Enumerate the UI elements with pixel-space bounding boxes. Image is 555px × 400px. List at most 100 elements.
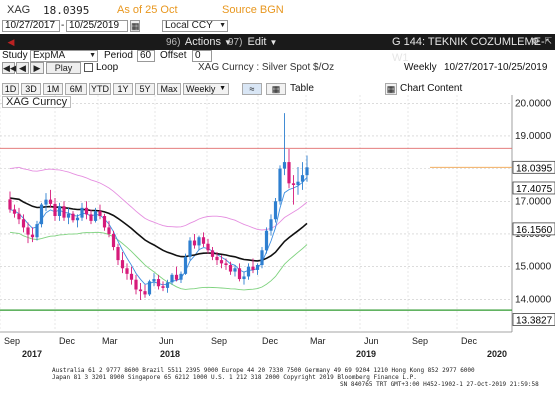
candle-body [183, 256, 188, 274]
table-button[interactable]: Table [290, 83, 314, 95]
candle-body [80, 207, 84, 218]
study-select[interactable]: ExpMA ▼ [30, 50, 98, 62]
actions-menu-button[interactable]: 96) Actions ▼ [162, 34, 236, 50]
security-description: XAG Curncy : Silver Spot $/Oz [198, 62, 335, 73]
edit-number: 97) [228, 37, 243, 48]
candle-body [197, 237, 201, 246]
candle-body [138, 289, 143, 292]
candle-body [116, 247, 120, 261]
frequency-select[interactable]: Weekly ▼ [183, 83, 229, 95]
legend-label: XAG Curncy [6, 96, 68, 108]
play-button[interactable]: Play [46, 62, 81, 74]
candle-body [75, 217, 80, 221]
candle-body [287, 162, 291, 184]
tab-1y[interactable]: 1Y [113, 83, 133, 95]
candle-body [120, 260, 125, 269]
candle-body [215, 256, 219, 261]
tab-1m[interactable]: 1M [43, 83, 63, 95]
tab-ytd[interactable]: YTD [89, 83, 111, 95]
play-label: Play [54, 63, 73, 73]
candle-body [26, 227, 30, 235]
x-month-label: Dec [461, 336, 478, 346]
candle-body [233, 268, 237, 272]
chart-content-button[interactable]: Chart Content [400, 83, 462, 95]
price-tag-label: 18.0395 [516, 163, 553, 174]
candle-body [57, 206, 62, 216]
period-label: Period [104, 50, 133, 61]
x-month-label: Sep [4, 336, 20, 346]
candle-body [93, 211, 98, 221]
y-tick-label: 17.0000 [515, 196, 552, 207]
title-bar: XAG 18.0395 As of 25 Oct Source BGN [0, 0, 555, 20]
date-to-field[interactable]: 10/25/2019 [66, 20, 128, 32]
candle-body [174, 274, 179, 280]
candle-body [273, 201, 278, 220]
y-tick-label: 14.0000 [515, 294, 552, 305]
rewind-icon[interactable]: ◀◀ [2, 62, 17, 74]
candle-body [21, 219, 26, 228]
date-separator: - [61, 20, 65, 31]
x-month-label: Sep [211, 336, 227, 346]
edit-label: Edit [247, 36, 267, 48]
tab-6m[interactable]: 6M [65, 83, 87, 95]
period-field[interactable]: 60 [137, 50, 155, 62]
tab-max[interactable]: Max [157, 83, 181, 95]
edit-menu-button[interactable]: 97) Edit ▼ [228, 34, 277, 50]
candle-body [111, 233, 116, 248]
tab-3d[interactable]: 3D [21, 83, 41, 95]
candle-body [53, 203, 57, 216]
candle-body [179, 273, 183, 280]
candle-body [129, 273, 134, 280]
chart-content-icon[interactable]: ▦ [385, 83, 397, 95]
security-row: 10/27/2017 - 10/25/2019 ▦ Local CCY ▼ [0, 20, 555, 32]
frequency-label: Weekly [404, 62, 437, 73]
date-from-field[interactable]: 10/27/2017 [2, 20, 60, 32]
candle-body [291, 183, 296, 185]
loop-label: Loop [96, 62, 119, 73]
ticker-label: XAG [7, 4, 31, 16]
chart-legend: XAG Curncy [2, 96, 72, 108]
tab-5y[interactable]: 5Y [135, 83, 155, 95]
actions-label: Actions [184, 36, 221, 48]
candle-body [255, 265, 260, 270]
offset-label: Offset [160, 50, 187, 61]
price-chart[interactable]: 14.000015.000016.000017.000018.000019.00… [0, 95, 555, 365]
loop-checkbox[interactable] [84, 63, 93, 72]
step-back-icon[interactable]: ◀ [16, 62, 29, 74]
footer: Australia 61 2 9777 8600 Brazil 5511 239… [0, 367, 555, 400]
candle-body [156, 279, 161, 287]
candle-body [62, 206, 66, 218]
candle-body [107, 227, 111, 234]
candle-body [125, 268, 129, 274]
price-tag-label: 13.3827 [516, 315, 553, 326]
candle-body [48, 199, 53, 204]
candle-body [210, 250, 215, 257]
expand-icon[interactable]: ⇱ [544, 36, 552, 47]
x-year-label: 2017 [22, 349, 42, 359]
table-icon[interactable]: ▦ [266, 83, 286, 95]
candle-body [260, 250, 264, 266]
gear-icon[interactable]: ⚙ [531, 36, 539, 47]
price-source: Source BGN [222, 4, 284, 16]
currency-select[interactable]: Local CCY ▼ [162, 20, 228, 32]
line-chart-icon[interactable]: ≈ [242, 83, 262, 95]
chevron-down-icon: ▼ [219, 22, 226, 29]
tab-1d[interactable]: 1D [2, 83, 19, 95]
candle-body [237, 268, 242, 280]
calendar-icon[interactable]: ▦ [130, 20, 140, 32]
candle-body [84, 207, 89, 215]
back-arrow-icon[interactable]: ◀ [4, 36, 18, 48]
offset-field[interactable]: 0 [192, 50, 212, 62]
candle-body [242, 276, 246, 280]
step-forward-icon[interactable]: ▶ [30, 62, 44, 74]
chart-background [0, 95, 555, 365]
y-tick-label: 15.0000 [515, 262, 552, 273]
footer-contacts-2: Japan 81 3 3201 8900 Singapore 65 6212 1… [52, 374, 417, 381]
candle-body [282, 162, 287, 169]
candle-body [152, 279, 156, 282]
x-month-label: Dec [262, 336, 279, 346]
x-month-label: Mar [102, 336, 118, 346]
candle-body [246, 266, 251, 277]
date-range-label: 10/27/2017-10/25/2019 [444, 62, 548, 73]
candle-body [35, 224, 39, 238]
